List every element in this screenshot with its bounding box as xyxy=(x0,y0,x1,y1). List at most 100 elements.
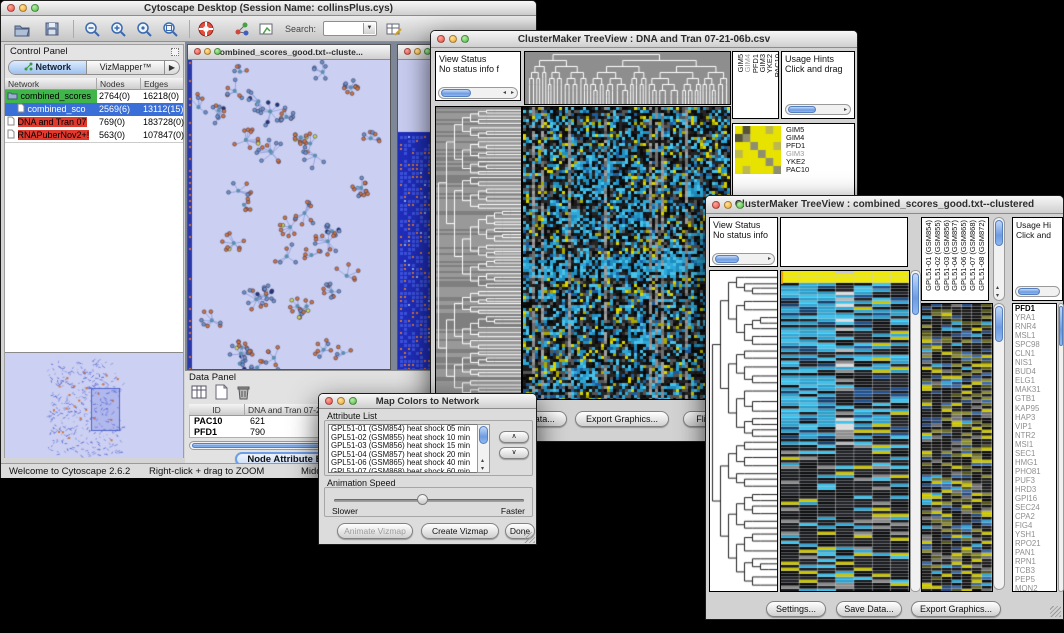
save-icon[interactable] xyxy=(43,20,61,38)
gene-label[interactable]: RPO21 xyxy=(1013,539,1056,548)
gene-label[interactable]: CLN1 xyxy=(1013,349,1056,358)
gene-label[interactable]: VIP1 xyxy=(1013,422,1056,431)
attribute-list-vscrollbar[interactable]: ▴ ▾ xyxy=(477,424,490,473)
close-button[interactable] xyxy=(325,397,333,405)
gene-label[interactable]: SEC24 xyxy=(1013,503,1056,512)
scroll-down-arrow[interactable]: ▾ xyxy=(996,292,999,299)
row-dendrogram-canvas[interactable] xyxy=(709,270,778,592)
animate-vizmap-button[interactable]: Animate Vizmap xyxy=(337,523,413,539)
minimize-button[interactable] xyxy=(414,48,421,55)
gene-label[interactable]: SPC98 xyxy=(1013,340,1056,349)
scrollbar-thumb[interactable] xyxy=(441,89,471,97)
gene-label[interactable]: PEP5 xyxy=(1013,575,1056,584)
gene-label[interactable]: PAN1 xyxy=(1013,548,1056,557)
resize-grip[interactable] xyxy=(1050,606,1061,617)
move-up-button[interactable]: ∧ xyxy=(499,431,529,443)
scroll-up-arrow[interactable]: ▴ xyxy=(996,284,999,291)
gene-label[interactable]: NIS1 xyxy=(1013,358,1056,367)
scrollbar-thumb[interactable] xyxy=(788,106,816,113)
scroll-left-arrow[interactable]: ◂ xyxy=(503,89,506,96)
gene-list-vscrollbar[interactable] xyxy=(1058,303,1064,592)
zoom-button[interactable] xyxy=(736,201,744,209)
search-input[interactable]: ▼ xyxy=(323,21,377,36)
scroll-down-arrow[interactable]: ▾ xyxy=(481,465,484,472)
gene-label[interactable]: SEC1 xyxy=(1013,449,1056,458)
scrollbar-thumb[interactable] xyxy=(715,255,739,263)
attribute-list-item[interactable]: GPL51-07 (GSM868) heat shock 60 min xyxy=(329,468,489,473)
annotation-icon[interactable] xyxy=(257,20,275,38)
column-label[interactable]: GPL51-01 (GSM854) xyxy=(924,220,933,291)
gene-label[interactable]: MON2 xyxy=(1013,584,1056,592)
minimize-button[interactable] xyxy=(449,35,457,43)
speed-slider-thumb[interactable] xyxy=(417,494,428,505)
open-file-icon[interactable] xyxy=(13,20,31,38)
column-header[interactable]: Network xyxy=(5,78,97,90)
column-tree-area[interactable] xyxy=(780,217,908,267)
network-view-canvas[interactable] xyxy=(188,60,390,369)
network-row[interactable]: combined_scores 2764(0) 16218(0) xyxy=(5,90,183,103)
column-label[interactable]: GPL51-06 (GSM865) xyxy=(959,220,968,291)
delete-attribute-icon[interactable] xyxy=(235,384,252,401)
treeview2-titlebar[interactable]: ClusterMaker TreeView : combined_scores_… xyxy=(706,196,1063,214)
minimize-button[interactable] xyxy=(724,201,732,209)
zoom-button[interactable] xyxy=(461,35,469,43)
column-dendrogram-canvas[interactable] xyxy=(524,51,731,105)
network-row-selected[interactable]: combined_sco 2569(6) 13112(15) xyxy=(5,103,183,116)
export-graphics-button[interactable]: Export Graphics... xyxy=(575,411,669,427)
secondary-vscrollbar[interactable] xyxy=(993,303,1005,590)
tab-network[interactable]: Network xyxy=(9,61,87,74)
gene-label[interactable]: ELG1 xyxy=(1013,376,1056,385)
close-button[interactable] xyxy=(7,4,15,12)
table-edit-icon[interactable] xyxy=(385,20,403,38)
row-dendrogram-canvas[interactable] xyxy=(435,106,522,400)
export-graphics-button[interactable]: Export Graphics... xyxy=(911,601,1001,617)
gene-label[interactable]: NTR2 xyxy=(1013,431,1056,440)
column-label[interactable]: GPL51-02 (GSM855) xyxy=(933,220,942,291)
scrollbar-thumb[interactable] xyxy=(912,273,919,315)
gene-label[interactable]: MAK31 xyxy=(1013,385,1056,394)
gene-label[interactable]: BUD4 xyxy=(1013,367,1056,376)
column-label[interactable]: GPL51-07 (GSM868) xyxy=(968,220,977,291)
scroll-up-arrow[interactable]: ▴ xyxy=(481,457,484,464)
minimize-button[interactable] xyxy=(204,48,211,55)
labels-vscrollbar[interactable]: ▴ ▾ xyxy=(993,217,1005,301)
resize-grip[interactable] xyxy=(524,532,535,543)
secondary-heatmap-canvas[interactable] xyxy=(921,303,993,592)
heatmap-vscrollbar[interactable] xyxy=(910,270,921,592)
zoom-button[interactable] xyxy=(31,4,39,12)
network-overview-canvas[interactable] xyxy=(5,352,183,458)
usage-hscrollbar[interactable] xyxy=(1015,286,1060,297)
gene-label[interactable]: RPN1 xyxy=(1013,557,1056,566)
column-header[interactable]: Edges xyxy=(141,78,183,90)
gene-label[interactable]: GPI16 xyxy=(1013,494,1056,503)
create-vizmap-button[interactable]: Create Vizmap xyxy=(421,523,499,539)
gene-label[interactable]: MSL1 xyxy=(1013,331,1056,340)
minimize-button[interactable] xyxy=(337,397,345,405)
zoom-column-label[interactable]: PAC10 xyxy=(773,54,780,77)
network-view-icon[interactable] xyxy=(233,20,251,38)
close-button[interactable] xyxy=(404,48,411,55)
close-button[interactable] xyxy=(194,48,201,55)
scrollbar-thumb[interactable] xyxy=(1059,306,1063,346)
column-header[interactable]: Nodes xyxy=(97,78,141,90)
gene-label[interactable]: YSH1 xyxy=(1013,530,1056,539)
attribute-table-icon[interactable] xyxy=(191,384,208,401)
cytoscape-titlebar[interactable]: Cytoscape Desktop (Session Name: collins… xyxy=(1,1,536,16)
gene-label[interactable]: RNR4 xyxy=(1013,322,1056,331)
gene-label[interactable]: YRA1 xyxy=(1013,313,1056,322)
gene-label[interactable]: PHO81 xyxy=(1013,467,1056,476)
gene-label[interactable]: GTB1 xyxy=(1013,394,1056,403)
tab-vizmapper[interactable]: VizMapper™ xyxy=(87,61,165,74)
gene-label[interactable]: KAP95 xyxy=(1013,404,1056,413)
gene-label[interactable]: TCB3 xyxy=(1013,566,1056,575)
gene-label[interactable]: CPA2 xyxy=(1013,512,1056,521)
gene-label[interactable]: PUF3 xyxy=(1013,476,1056,485)
close-button[interactable] xyxy=(437,35,445,43)
dialog-titlebar[interactable]: Map Colors to Network xyxy=(319,394,536,409)
settings-button[interactable]: Settings... xyxy=(766,601,826,617)
scrollbar-thumb[interactable] xyxy=(479,426,488,444)
view-status-hscrollbar[interactable]: ◂ ▸ xyxy=(438,87,518,99)
network-row[interactable]: RNAPuberNov2+! 563(0) 107847(0) xyxy=(5,129,183,142)
float-panel-icon[interactable] xyxy=(171,48,179,56)
zoom-in-icon[interactable] xyxy=(109,20,127,38)
